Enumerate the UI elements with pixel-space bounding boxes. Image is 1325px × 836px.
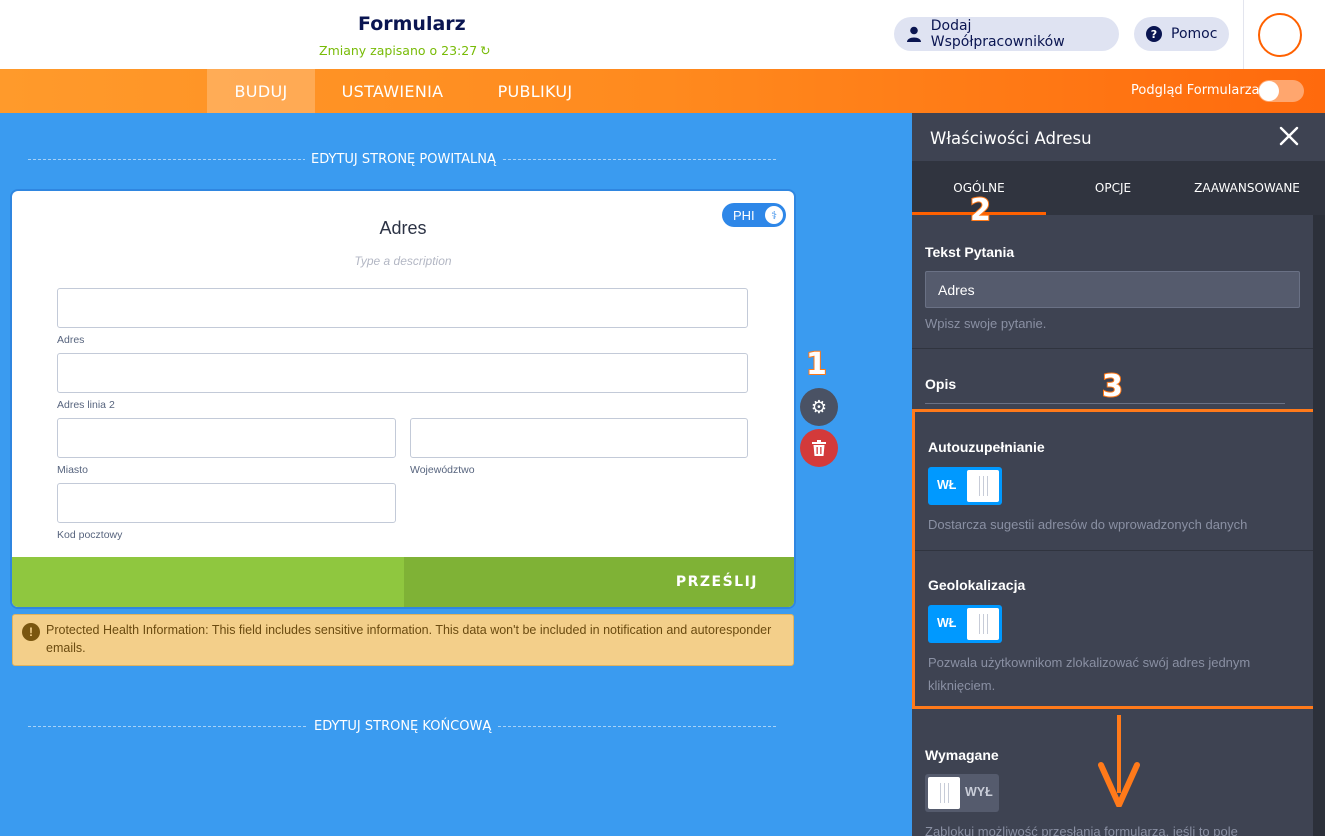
required-toggle-state: WYŁ bbox=[965, 785, 993, 799]
edit-welcome-page-link[interactable]: EDYTUJ STRONĘ POWITALNĄ bbox=[305, 152, 502, 167]
highlight-box: Autouzupełnianie WŁ Dostarcza sugestii a… bbox=[912, 409, 1320, 709]
top-header: Formularz Zmiany zapisano o 23:27 ↻ Dodaj… bbox=[0, 0, 1325, 69]
address-line2-sublabel: Adres linia 2 bbox=[57, 399, 115, 411]
tab-publish[interactable]: PUBLIKUJ bbox=[480, 69, 590, 113]
address-line2-input[interactable] bbox=[57, 353, 748, 393]
tab-options[interactable]: OPCJE bbox=[1046, 161, 1180, 215]
toggle-grip-icon bbox=[928, 777, 960, 809]
panel-header: Właściwości Adresu bbox=[912, 113, 1325, 161]
question-text-label: Tekst Pytania bbox=[925, 244, 1015, 260]
tab-build[interactable]: BUDUJ bbox=[207, 69, 315, 113]
delete-field-button[interactable] bbox=[800, 429, 838, 467]
tab-settings[interactable]: USTAWIENIA bbox=[325, 69, 460, 113]
section-divider bbox=[912, 348, 1313, 349]
phi-warning: ! Protected Health Information: This fie… bbox=[12, 614, 794, 666]
required-toggle[interactable]: WYŁ bbox=[925, 774, 999, 812]
form-canvas: EDYTUJ STRONĘ POWITALNĄ PHI ⚕ Adres Type… bbox=[0, 113, 912, 836]
step-3-annotation: 3 bbox=[1101, 368, 1124, 405]
user-icon bbox=[906, 26, 922, 42]
panel-title: Właściwości Adresu bbox=[930, 129, 1092, 148]
field-title[interactable]: Adres bbox=[12, 218, 794, 239]
postal-code-input[interactable] bbox=[57, 483, 396, 523]
header-divider bbox=[1243, 0, 1244, 69]
help-icon: ? bbox=[1146, 26, 1162, 42]
help-button[interactable]: ? Pomoc bbox=[1134, 17, 1229, 51]
field-description[interactable]: Type a description bbox=[12, 254, 794, 268]
field-properties-button[interactable]: ⚙ bbox=[800, 388, 838, 426]
step-2-annotation: 2 bbox=[969, 192, 992, 229]
city-sublabel: Miasto bbox=[57, 464, 88, 476]
add-collaborators-button[interactable]: Dodaj Współpracowników bbox=[894, 17, 1119, 51]
toggle-knob bbox=[1259, 81, 1279, 101]
state-input[interactable] bbox=[410, 418, 748, 458]
required-label: Wymagane bbox=[925, 747, 999, 763]
form-title[interactable]: Formularz bbox=[358, 13, 466, 35]
form-preview-toggle[interactable] bbox=[1258, 80, 1304, 102]
save-status-text: Zmiany zapisano o 23:27 bbox=[319, 43, 478, 58]
arrow-down-icon bbox=[1098, 715, 1140, 807]
autocomplete-toggle-state: WŁ bbox=[937, 478, 957, 492]
address-field-card[interactable]: PHI ⚕ Adres Type a description Adres Adr… bbox=[12, 191, 794, 607]
geolocation-help-line1: Pozwala użytkownikom zlokalizować swój a… bbox=[928, 655, 1251, 670]
autocomplete-label: Autouzupełnianie bbox=[928, 439, 1045, 455]
submit-area: PRZEŚLIJ bbox=[12, 557, 794, 607]
close-icon[interactable] bbox=[1277, 124, 1301, 148]
question-text-input[interactable]: Adres bbox=[925, 271, 1300, 308]
tab-advanced[interactable]: ZAAWANSOWANE bbox=[1180, 161, 1314, 215]
required-help: Zablokuj możliwość przesłania formularza… bbox=[925, 824, 1238, 836]
refresh-icon: ↻ bbox=[480, 43, 491, 58]
builder-nav: BUDUJ USTAWIENIA PUBLIKUJ Podgląd Formul… bbox=[0, 69, 1325, 113]
toggle-grip-icon bbox=[967, 470, 999, 502]
geolocation-toggle-state: WŁ bbox=[937, 616, 957, 630]
toggle-grip-icon bbox=[967, 608, 999, 640]
autocomplete-help: Dostarcza sugestii adresów do wprowadzon… bbox=[928, 517, 1248, 532]
city-input[interactable] bbox=[57, 418, 396, 458]
edit-thankyou-page-link[interactable]: EDYTUJ STRONĘ KOŃCOWĄ bbox=[308, 719, 498, 734]
panel-scrollbar[interactable] bbox=[1313, 215, 1325, 836]
autocomplete-toggle[interactable]: WŁ bbox=[928, 467, 1002, 505]
trash-icon bbox=[812, 440, 826, 456]
submit-button[interactable]: PRZEŚLIJ bbox=[404, 557, 794, 607]
form-preview-label: Podgląd Formularza bbox=[1131, 83, 1260, 98]
geolocation-help-line2: kliknięciem. bbox=[928, 678, 996, 693]
add-collaborators-label: Dodaj Współpracowników bbox=[930, 18, 1065, 50]
geolocation-label: Geolokalizacja bbox=[928, 577, 1026, 593]
description-label: Opis bbox=[925, 376, 957, 392]
save-status: Zmiany zapisano o 23:27 ↻ bbox=[319, 43, 491, 58]
step-1-annotation: 1 bbox=[805, 346, 828, 383]
address-line1-sublabel: Adres bbox=[57, 334, 85, 346]
address-line1-input[interactable] bbox=[57, 288, 748, 328]
avatar[interactable] bbox=[1258, 13, 1302, 57]
state-sublabel: Województwo bbox=[410, 464, 475, 476]
geolocation-toggle[interactable]: WŁ bbox=[928, 605, 1002, 643]
postal-code-sublabel: Kod pocztowy bbox=[57, 529, 123, 541]
section-divider bbox=[915, 550, 1317, 551]
warning-icon: ! bbox=[22, 623, 40, 641]
phi-warning-text: Protected Health Information: This field… bbox=[46, 623, 772, 655]
help-label: Pomoc bbox=[1171, 26, 1218, 42]
question-text-help: Wpisz swoje pytanie. bbox=[925, 316, 1047, 331]
gear-icon: ⚙ bbox=[810, 396, 828, 417]
